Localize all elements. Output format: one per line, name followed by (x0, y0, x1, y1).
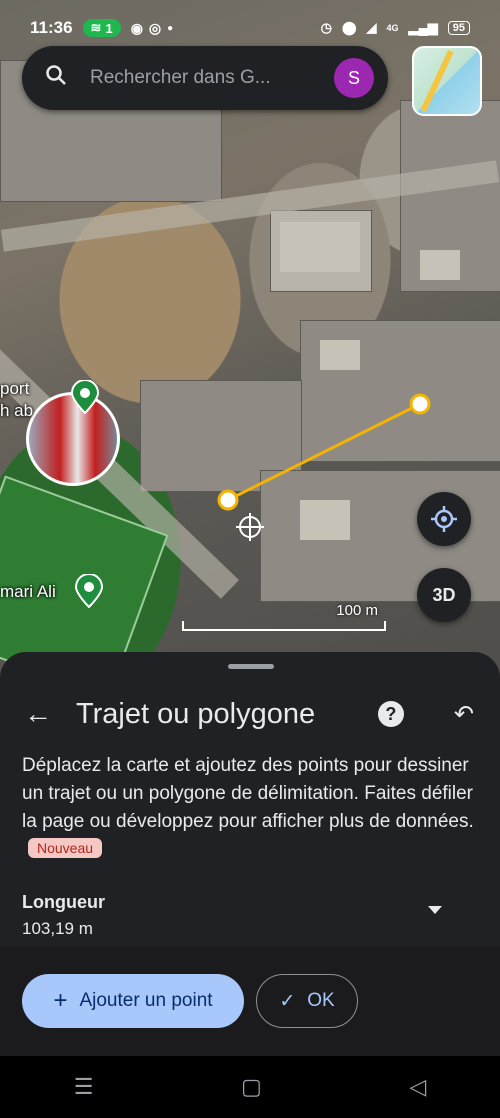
sheet-description: Déplacez la carte et ajoutez des points … (22, 752, 482, 864)
sheet-header: ← Trajet ou polygone ? ↶ (0, 692, 500, 736)
home-icon[interactable]: ▢ (241, 1074, 262, 1100)
system-nav-bar: ☰ ▢ ◁ (0, 1056, 500, 1118)
scale-bar (182, 621, 386, 631)
signal-bars-icon: ▂▄▆ (408, 20, 438, 35)
messenger-icon: ◉ (130, 19, 143, 36)
new-badge: Nouveau (28, 838, 103, 858)
place-pin-icon[interactable] (70, 380, 100, 414)
crosshair-icon (236, 513, 264, 541)
add-point-label: Ajouter un point (79, 990, 213, 1011)
map-place-label[interactable]: mari Ali (0, 582, 56, 602)
ok-button[interactable]: ✓ OK (256, 974, 358, 1028)
bottom-sheet[interactable]: ← Trajet ou polygone ? ↶ Déplacez la car… (0, 652, 500, 1056)
search-icon (22, 64, 90, 92)
action-bar: + Ajouter un point ✓ OK (0, 946, 500, 1056)
location-icon: ⬤ (341, 20, 357, 35)
status-time: 11:36 (30, 18, 73, 37)
map-layers-button[interactable] (412, 46, 482, 116)
description-text: Déplacez la carte et ajoutez des points … (22, 755, 474, 832)
map-place-label[interactable]: port h ab (0, 378, 33, 422)
length-metric[interactable]: Longueur 103,19 m (22, 892, 478, 939)
route-point (409, 393, 431, 415)
plus-icon: + (53, 987, 68, 1014)
layers-preview-road (420, 49, 454, 113)
metric-value: 103,19 m (22, 919, 93, 938)
wifi-signal-icon: ◢ (366, 20, 377, 35)
my-location-button[interactable] (417, 492, 471, 546)
dot-icon: ● (167, 22, 174, 34)
place-pin-icon[interactable] (74, 574, 104, 608)
wifi-count: 1 (105, 20, 113, 36)
viber-icon: ◎ (148, 19, 162, 36)
search-bar[interactable]: Rechercher dans G... S (22, 46, 388, 110)
chevron-down-icon[interactable] (428, 906, 442, 914)
scale-label: 100 m (336, 602, 378, 619)
network-type: 4G (386, 23, 399, 33)
ok-label: OK (307, 990, 335, 1011)
back-icon[interactable]: ◁ (409, 1074, 426, 1100)
wifi-hotspot-indicator: ≋ 1 (82, 19, 121, 37)
avatar[interactable]: S (334, 58, 374, 98)
undo-icon[interactable]: ↶ (454, 700, 474, 729)
help-icon[interactable]: ? (377, 701, 404, 727)
route-line (227, 402, 421, 502)
search-input[interactable]: Rechercher dans G... (90, 67, 334, 89)
check-icon: ✓ (279, 990, 296, 1012)
map-scale: 100 m (182, 602, 386, 631)
alarm-icon: ◷ (320, 20, 332, 35)
wifi-icon: ≋ (90, 20, 102, 35)
drag-handle[interactable] (228, 664, 274, 669)
my-location-icon (431, 506, 457, 532)
metric-label: Longueur (22, 892, 105, 912)
add-point-button[interactable]: + Ajouter un point (22, 974, 244, 1028)
3d-toggle-button[interactable]: 3D (417, 568, 471, 622)
battery-indicator: 95 (447, 21, 470, 35)
back-arrow-icon[interactable]: ← (0, 698, 76, 730)
recent-apps-icon[interactable]: ☰ (74, 1074, 94, 1100)
sheet-title: Trajet ou polygone (76, 697, 316, 730)
route-point (217, 489, 239, 511)
